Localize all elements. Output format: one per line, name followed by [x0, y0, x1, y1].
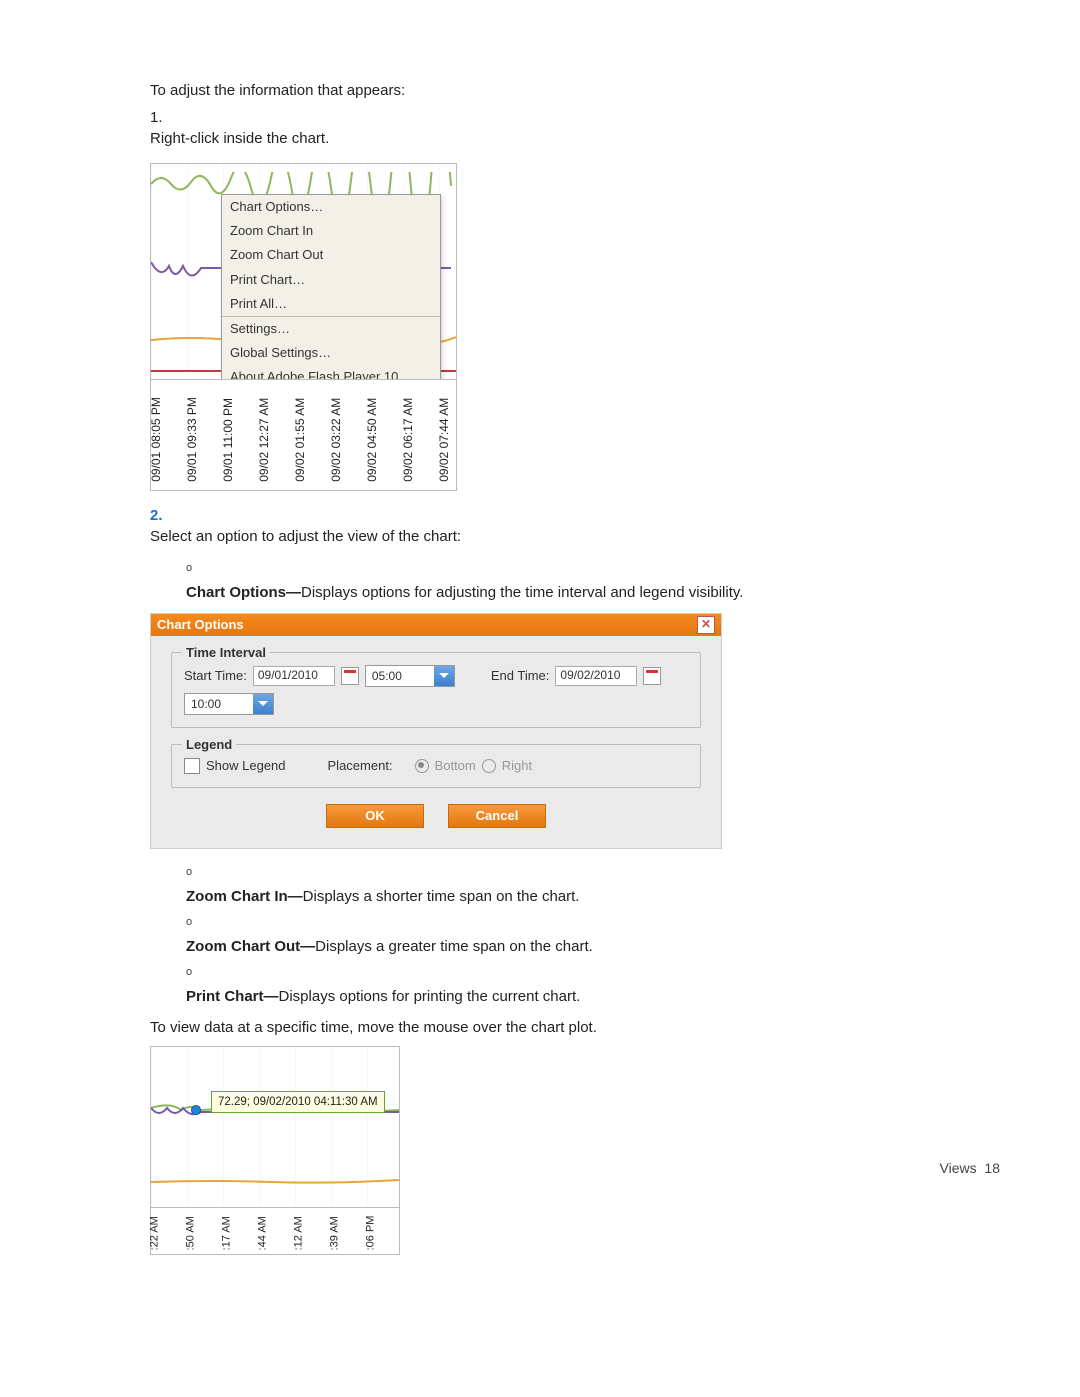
chart-options-dialog: Chart Options ✕ Time Interval Start Time… — [150, 613, 722, 849]
x-tick: 09/02 01:55 AM — [292, 468, 309, 482]
sub-marker: o — [186, 561, 210, 576]
sub-zoom-in: Zoom Chart In—Displays a shorter time sp… — [186, 886, 906, 907]
placement-right-label: Right — [502, 757, 532, 775]
end-time-dropdown[interactable]: 10:00 — [184, 693, 274, 715]
x-tick: :06 PM — [364, 1238, 379, 1250]
x-tick: 09/01 08:05 PM — [148, 468, 165, 482]
fieldset-legend: Legend — [182, 736, 236, 754]
show-legend-checkbox[interactable] — [184, 758, 200, 774]
fieldset-time-interval: Time Interval — [182, 644, 270, 662]
close-icon[interactable]: ✕ — [697, 616, 715, 634]
sub-marker: o — [186, 915, 210, 930]
menu-print-chart[interactable]: Print Chart… — [222, 268, 440, 292]
end-time-label: End Time: — [491, 667, 550, 685]
chart-context-figure: Chart Options… Zoom Chart In Zoom Chart … — [150, 163, 457, 491]
x-tick: 09/02 04:50 AM — [364, 468, 381, 482]
menu-zoom-in[interactable]: Zoom Chart In — [222, 219, 440, 243]
sub-marker: o — [186, 865, 210, 880]
start-time-dropdown[interactable]: 05:00 — [365, 665, 455, 687]
menu-global-settings[interactable]: Global Settings… — [222, 341, 440, 365]
step-2-text: Select an option to adjust the view of t… — [150, 526, 902, 547]
chart-x-axis: 09/01 08:05 PM 09/01 09:33 PM 09/01 11:0… — [151, 380, 456, 490]
x-tick: :22 AM — [148, 1238, 163, 1250]
x-tick: 09/02 07:44 AM — [436, 468, 453, 482]
menu-zoom-out[interactable]: Zoom Chart Out — [222, 243, 440, 267]
dialog-title: Chart Options — [157, 616, 244, 634]
chart-context-menu[interactable]: Chart Options… Zoom Chart In Zoom Chart … — [221, 194, 441, 380]
x-tick: :12 AM — [292, 1238, 307, 1250]
x-tick: :44 AM — [256, 1238, 271, 1250]
page-footer: Views 18 — [940, 1160, 1000, 1176]
intro-text: To adjust the information that appears: — [150, 80, 930, 101]
x-tick: 09/02 03:22 AM — [328, 468, 345, 482]
menu-chart-options[interactable]: Chart Options… — [222, 195, 440, 219]
chevron-down-icon — [434, 666, 454, 686]
chart-x-axis: :22 AM :50 AM :17 AM :44 AM :12 AM :39 A… — [151, 1208, 399, 1254]
end-date-input[interactable]: 09/02/2010 — [555, 666, 637, 686]
cancel-button[interactable]: Cancel — [448, 804, 546, 828]
dialog-titlebar: Chart Options ✕ — [151, 614, 721, 636]
x-tick: :17 AM — [220, 1238, 235, 1250]
sub-chart-options: Chart Options—Displays options for adjus… — [186, 582, 906, 603]
start-time-label: Start Time: — [184, 667, 247, 685]
x-tick: 09/01 11:00 PM — [220, 468, 237, 482]
placement-label: Placement: — [328, 757, 393, 775]
ok-button[interactable]: OK — [326, 804, 424, 828]
calendar-icon[interactable] — [341, 667, 359, 685]
menu-about-flash[interactable]: About Adobe Flash Player 10… — [222, 365, 440, 380]
calendar-icon[interactable] — [643, 667, 661, 685]
x-tick: 09/02 12:27 AM — [256, 468, 273, 482]
sub-print-chart: Print Chart—Displays options for printin… — [186, 986, 906, 1007]
x-tick: 09/01 09:33 PM — [184, 468, 201, 482]
placement-bottom-label: Bottom — [435, 757, 476, 775]
placement-right-radio[interactable] — [482, 759, 496, 773]
sub-zoom-out: Zoom Chart Out—Displays a greater time s… — [186, 936, 906, 957]
chart-line-red — [151, 1195, 399, 1199]
menu-settings[interactable]: Settings… — [222, 317, 440, 341]
x-tick: :39 AM — [328, 1238, 343, 1250]
hover-note: To view data at a specific time, move th… — [150, 1017, 930, 1038]
placement-bottom-radio[interactable] — [415, 759, 429, 773]
show-legend-label: Show Legend — [206, 757, 286, 775]
x-tick: :50 AM — [184, 1238, 199, 1250]
chevron-down-icon — [253, 694, 273, 714]
step-2-number: 2. — [150, 505, 178, 526]
step-1-text: Right-click inside the chart. — [150, 128, 902, 149]
menu-print-all[interactable]: Print All… — [222, 292, 440, 316]
step-1-number: 1. — [150, 107, 178, 128]
chart-hover-figure: 72.29; 09/02/2010 04:11:30 AM :22 AM :50… — [150, 1046, 400, 1255]
x-tick: 09/02 06:17 AM — [400, 468, 417, 482]
chart-tooltip: 72.29; 09/02/2010 04:11:30 AM — [211, 1091, 385, 1113]
sub-marker: o — [186, 965, 210, 980]
chart-line-orange — [151, 1169, 399, 1175]
start-date-input[interactable]: 09/01/2010 — [253, 666, 335, 686]
